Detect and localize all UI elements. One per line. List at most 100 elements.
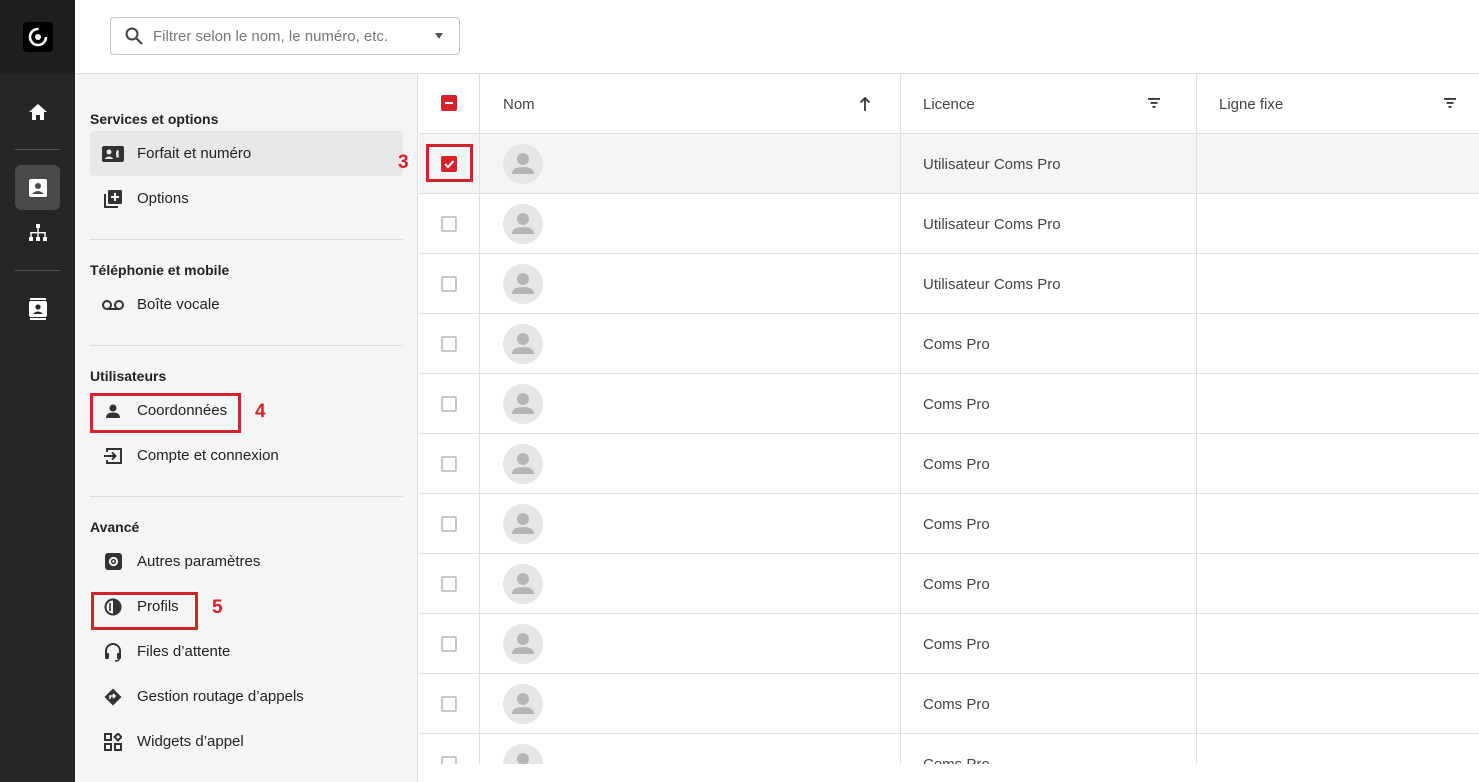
app-rail [0,0,75,782]
row-checkbox[interactable] [441,516,457,532]
menu-item-options[interactable]: Options [90,176,403,221]
contacts-book-icon[interactable] [15,286,60,331]
highlight-box-coordonnees [90,393,241,433]
licence-cell: Coms Pro [923,575,990,593]
licence-cell: Utilisateur Coms Pro [923,275,1061,293]
search-placeholder[interactable]: Filtrer selon le nom, le numéro, etc. [153,28,435,45]
menu-heading: Utilisateurs [90,368,167,384]
row-checkbox[interactable] [441,396,457,412]
menu-section-services: Services et options Forfait et numéro Op… [90,111,403,221]
login-icon [102,445,124,467]
table-row[interactable]: Coms Pro [419,614,1479,674]
table-row[interactable]: Coms Pro [419,314,1479,374]
settings-gear-icon [102,551,124,573]
menu-item-label: Boîte vocale [137,296,220,313]
table-row[interactable]: Utilisateur Coms Pro [419,194,1479,254]
filter-icon[interactable] [1444,98,1456,108]
row-checkbox[interactable] [441,756,457,764]
users-table: Nom Licence Ligne fixe Utilisateur Coms … [419,74,1479,764]
table-row[interactable]: Coms Pro [419,374,1479,434]
person-placeholder-icon [512,393,534,414]
table-header: Nom Licence Ligne fixe [419,74,1479,134]
menu-heading: Avancé [90,519,140,535]
table-row[interactable]: Coms Pro [419,434,1479,494]
licence-cell: Coms Pro [923,455,990,473]
menu-divider [90,345,403,346]
licence-cell: Coms Pro [923,755,990,765]
menu-heading: Téléphonie et mobile [90,262,230,278]
table-row[interactable]: Utilisateur Coms Pro [419,134,1479,194]
menu-item-label: Widgets d’appel [137,733,244,750]
person-placeholder-icon [512,333,534,354]
table-bottom-edge [419,764,1479,782]
table-row[interactable]: Coms Pro [419,734,1479,764]
table-row[interactable]: Utilisateur Coms Pro [419,254,1479,314]
row-checkbox[interactable] [441,696,457,712]
menu-item-label: Compte et connexion [137,447,279,464]
avatar [503,504,543,544]
table-row[interactable]: Coms Pro [419,494,1479,554]
menu-heading: Services et options [90,111,219,127]
search-field[interactable]: Filtrer selon le nom, le numéro, etc. [110,17,460,55]
person-placeholder-icon [512,693,534,714]
user-card-icon[interactable] [15,165,60,210]
table-row[interactable]: Coms Pro [419,674,1479,734]
avatar [503,144,543,184]
highlight-box-checkbox [426,144,473,182]
row-checkbox[interactable] [441,216,457,232]
licence-cell: Utilisateur Coms Pro [923,155,1061,173]
row-checkbox[interactable] [441,336,457,352]
licence-cell: Coms Pro [923,335,990,353]
column-divider [1196,74,1197,764]
menu-item-voicemail[interactable]: Boîte vocale [90,282,403,327]
person-placeholder-icon [512,213,534,234]
menu-item-routage[interactable]: Gestion routage d’appels [90,674,403,719]
library-add-icon [102,188,124,210]
voicemail-icon [102,294,124,316]
person-placeholder-icon [517,753,529,764]
avatar [503,444,543,484]
directions-icon [102,686,124,708]
headset-icon [102,641,124,663]
column-header-ligne-fixe[interactable]: Ligne fixe [1219,74,1283,134]
person-placeholder-icon [512,513,534,534]
top-bar: Filtrer selon le nom, le numéro, etc. [75,0,1479,74]
menu-section-avance: Avancé Autres paramètres Profils Files d… [90,519,403,764]
table-row[interactable]: Coms Pro [419,554,1479,614]
column-label: Ligne fixe [1219,95,1284,113]
row-checkbox[interactable] [441,576,457,592]
avatar [503,324,543,364]
filter-icon[interactable] [1148,98,1160,108]
home-icon[interactable] [15,89,60,134]
menu-section-telephonie: Téléphonie et mobile Boîte vocale [90,262,403,327]
column-label: Licence [923,95,975,113]
avatar [503,564,543,604]
licence-cell: Coms Pro [923,695,990,713]
search-icon [125,27,143,45]
menu-item-files-attente[interactable]: Files d’attente [90,629,403,674]
avatar [503,204,543,244]
avatar [503,264,543,304]
sort-arrow-up-icon[interactable] [859,96,871,112]
avatar [503,384,543,424]
row-checkbox[interactable] [441,276,457,292]
chevron-down-icon[interactable] [435,33,443,39]
column-header-licence[interactable]: Licence [923,74,975,134]
avatar [503,624,543,664]
menu-item-widgets[interactable]: Widgets d’appel [90,719,403,764]
app-logo[interactable] [23,22,53,52]
column-header-nom[interactable]: Nom [503,74,535,134]
licence-cell: Coms Pro [923,515,990,533]
column-divider [479,74,480,764]
menu-item-label: Options [137,190,189,207]
contact-phone-icon [102,143,124,165]
menu-item-autres-parametres[interactable]: Autres paramètres [90,539,403,584]
annotation-number-4: 4 [255,401,266,422]
row-checkbox[interactable] [441,456,457,472]
select-all-checkbox[interactable] [441,95,457,111]
menu-item-forfait[interactable]: Forfait et numéro [90,131,403,176]
org-chart-icon[interactable] [15,210,60,255]
settings-menu: Services et options Forfait et numéro Op… [75,74,418,782]
row-checkbox[interactable] [441,636,457,652]
menu-item-compte[interactable]: Compte et connexion [90,433,403,478]
